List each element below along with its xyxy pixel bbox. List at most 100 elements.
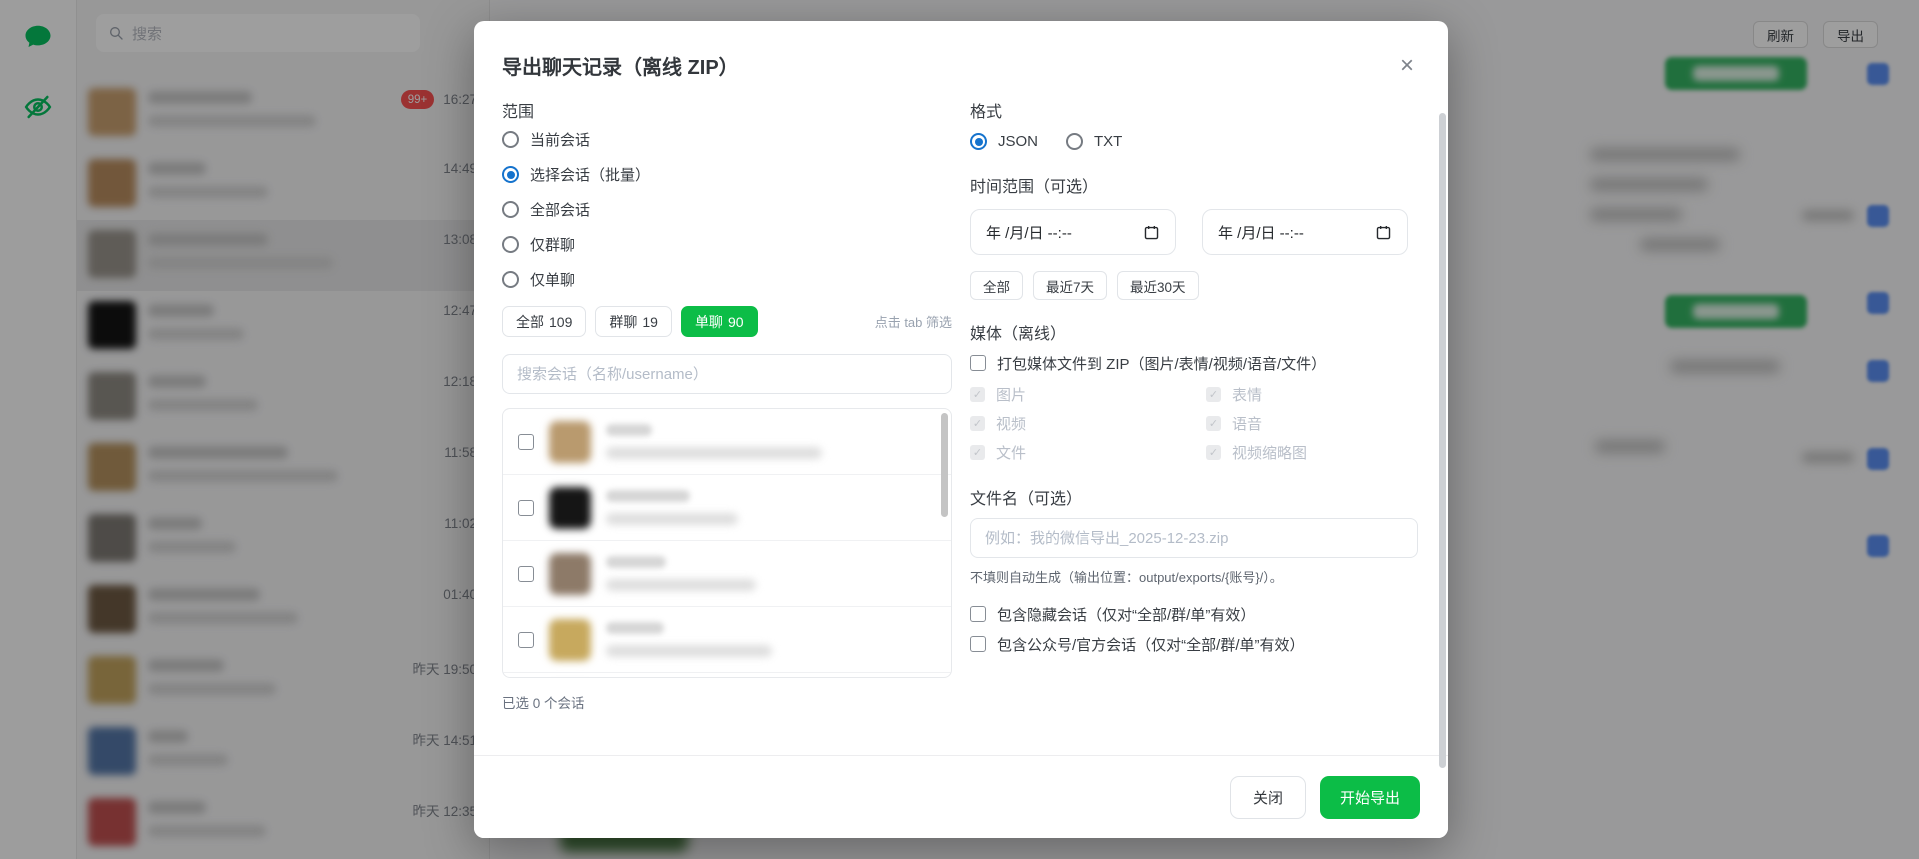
- include-options: 包含隐藏会话（仅对“全部/群/单”有效） 包含公众号/官方会话（仅对“全部/群/…: [970, 599, 1418, 659]
- checkbox-icon: [1206, 445, 1221, 460]
- checkbox-label: 打包媒体文件到 ZIP（图片/表情/视频/语音/文件）: [997, 353, 1326, 374]
- conversation-checkbox[interactable]: [518, 434, 534, 450]
- checkbox-icon: [1206, 416, 1221, 431]
- calendar-icon[interactable]: [1143, 224, 1160, 241]
- range-7days-button[interactable]: 最近7天: [1033, 271, 1107, 300]
- conversation-item[interactable]: [503, 673, 951, 678]
- conversation-checkbox[interactable]: [518, 566, 534, 582]
- media-type-sticker: 表情: [1206, 380, 1418, 409]
- media-type-video-thumb: 视频缩略图: [1206, 438, 1418, 467]
- filter-hint: 点击 tab 筛选: [875, 312, 952, 331]
- quick-range-row: 全部 最近7天 最近30天: [970, 271, 1418, 300]
- pack-media-checkbox-row[interactable]: 打包媒体文件到 ZIP（图片/表情/视频/语音/文件）: [970, 348, 1418, 378]
- scope-option-singles-only[interactable]: 仅单聊: [502, 262, 952, 297]
- blurred-name: [606, 622, 664, 634]
- checkbox-icon[interactable]: [970, 355, 986, 371]
- include-hidden-checkbox-row[interactable]: 包含隐藏会话（仅对“全部/群/单”有效）: [970, 599, 1418, 629]
- calendar-icon[interactable]: [1375, 224, 1392, 241]
- date-range-row: 年 /月/日 --:-- 年 /月/日 --:--: [970, 209, 1418, 255]
- media-type-voice: 语音: [1206, 409, 1418, 438]
- conversation-item[interactable]: [503, 541, 951, 607]
- blurred-username: [606, 447, 822, 459]
- filter-tabs: 全部109 群聊19 单聊90 点击 tab 筛选: [502, 306, 952, 337]
- radio-icon: [1066, 133, 1083, 150]
- format-label: 格式: [970, 98, 1418, 122]
- export-dialog: 导出聊天记录（离线 ZIP） × 范围 当前会话 选择会话（批量） 全部会话: [474, 21, 1448, 838]
- end-datetime-input[interactable]: 年 /月/日 --:--: [1202, 209, 1408, 255]
- blurred-name: [606, 424, 652, 436]
- filter-tab-all[interactable]: 全部109: [502, 306, 586, 337]
- filter-tab-groups[interactable]: 群聊19: [595, 306, 672, 337]
- blurred-username: [606, 645, 772, 657]
- conversation-checkbox[interactable]: [518, 632, 534, 648]
- list-scrollbar[interactable]: [941, 413, 948, 517]
- conversation-checkbox[interactable]: [518, 500, 534, 516]
- filename-hint: 不填则自动生成（输出位置：output/exports/{账号}/）。: [970, 567, 1418, 586]
- checkbox-icon: [1206, 387, 1221, 402]
- checkbox-icon: [970, 416, 985, 431]
- scope-option-groups-only[interactable]: 仅群聊: [502, 227, 952, 262]
- range-all-button[interactable]: 全部: [970, 271, 1023, 300]
- scope-column: 范围 当前会话 选择会话（批量） 全部会话 仅群聊: [502, 88, 952, 736]
- options-column: 格式 JSON TXT 时间范围（可选） 年 /月/日 --:--: [970, 88, 1418, 736]
- start-datetime-input[interactable]: 年 /月/日 --:--: [970, 209, 1176, 255]
- time-range-label: 时间范围（可选）: [970, 173, 1418, 197]
- dialog-title: 导出聊天记录（离线 ZIP）: [502, 51, 739, 80]
- radio-icon: [502, 236, 519, 253]
- checkbox-icon[interactable]: [970, 636, 986, 652]
- avatar: [549, 619, 591, 661]
- media-label: 媒体（离线）: [970, 320, 1418, 344]
- radio-label: 全部会话: [530, 199, 590, 220]
- checkbox-label: 包含公众号/官方会话（仅对“全部/群/单”有效）: [997, 634, 1305, 655]
- radio-label: JSON: [998, 133, 1038, 150]
- dialog-footer: 关闭 开始导出: [474, 755, 1448, 838]
- start-export-button[interactable]: 开始导出: [1320, 776, 1420, 819]
- filter-tab-singles[interactable]: 单聊90: [681, 306, 758, 337]
- close-button[interactable]: 关闭: [1230, 776, 1306, 819]
- radio-label: 仅单聊: [530, 269, 575, 290]
- blurred-username: [606, 513, 738, 525]
- format-option-json[interactable]: JSON: [970, 124, 1038, 159]
- scope-option-current[interactable]: 当前会话: [502, 122, 952, 157]
- radio-label: 当前会话: [530, 129, 590, 150]
- radio-icon: [502, 131, 519, 148]
- close-icon[interactable]: ×: [1394, 52, 1420, 80]
- media-type-image: 图片: [970, 380, 1206, 409]
- filename-input[interactable]: [970, 518, 1418, 558]
- conversation-item[interactable]: [503, 475, 951, 541]
- avatar: [549, 421, 591, 463]
- radio-icon: [970, 133, 987, 150]
- scope-label: 范围: [502, 98, 952, 122]
- include-official-checkbox-row[interactable]: 包含公众号/官方会话（仅对“全部/群/单”有效）: [970, 629, 1418, 659]
- checkbox-label: 包含隐藏会话（仅对“全部/群/单”有效）: [997, 604, 1255, 625]
- radio-icon: [502, 271, 519, 288]
- conversation-list: [502, 408, 952, 678]
- radio-label: TXT: [1094, 133, 1122, 150]
- avatar: [549, 487, 591, 529]
- media-type-file: 文件: [970, 438, 1206, 467]
- conversation-item[interactable]: [503, 409, 951, 475]
- radio-label: 选择会话（批量）: [530, 164, 650, 185]
- conversation-item[interactable]: [503, 607, 951, 673]
- blurred-name: [606, 556, 666, 568]
- range-30days-button[interactable]: 最近30天: [1117, 271, 1199, 300]
- checkbox-icon: [970, 387, 985, 402]
- scope-option-all[interactable]: 全部会话: [502, 192, 952, 227]
- checkbox-icon: [970, 445, 985, 460]
- radio-icon: [502, 201, 519, 218]
- dialog-body: 范围 当前会话 选择会话（批量） 全部会话 仅群聊: [474, 80, 1448, 736]
- avatar: [549, 553, 591, 595]
- selected-count: 已选 0 个会话: [502, 692, 952, 712]
- conversation-search-input[interactable]: [502, 354, 952, 394]
- media-type-grid: 图片 表情 视频 语音 文件 视频缩略图: [970, 380, 1418, 467]
- blurred-name: [606, 490, 690, 502]
- media-type-video: 视频: [970, 409, 1206, 438]
- app-background: 搜索 99+16:27 14:49 13:08 12:47: [0, 0, 1919, 859]
- dialog-scrollbar[interactable]: [1439, 113, 1446, 768]
- scope-option-select-batch[interactable]: 选择会话（批量）: [502, 157, 952, 192]
- checkbox-icon[interactable]: [970, 606, 986, 622]
- format-option-txt[interactable]: TXT: [1066, 124, 1122, 159]
- dialog-header: 导出聊天记录（离线 ZIP） ×: [474, 21, 1448, 80]
- radio-icon: [502, 166, 519, 183]
- format-options: JSON TXT: [970, 124, 1418, 159]
